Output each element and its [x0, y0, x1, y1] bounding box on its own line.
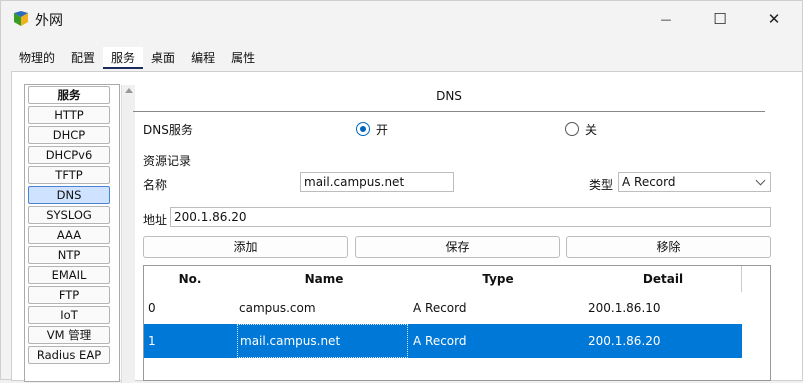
close-icon: ✕	[767, 10, 781, 28]
add-button[interactable]: 添加	[143, 236, 348, 258]
address-label: 地址	[143, 213, 168, 227]
tab-physical[interactable]: 物理的	[11, 47, 63, 69]
maximize-button[interactable]: ☐	[698, 1, 742, 37]
service-item-dhcpv6[interactable]: DHCPv6	[28, 146, 110, 164]
service-item-dns[interactable]: DNS	[28, 186, 110, 204]
tab-desktop[interactable]: 桌面	[143, 47, 183, 69]
column-header-detail[interactable]: Detail	[585, 266, 742, 292]
window-title: 外网	[35, 13, 63, 29]
service-item-dhcp[interactable]: DHCP	[28, 126, 110, 144]
name-label: 名称	[143, 178, 168, 192]
tab-attributes[interactable]: 属性	[223, 47, 263, 69]
service-item-vm-management[interactable]: VM 管理	[28, 326, 110, 344]
service-item-http[interactable]: HTTP	[28, 106, 110, 124]
services-scrollbar[interactable]	[121, 85, 135, 383]
cell-type: A Record	[413, 301, 467, 315]
address-input[interactable]: 200.1.86.20	[170, 207, 771, 227]
dns-title-separator	[133, 111, 765, 112]
column-header-name[interactable]: Name	[237, 266, 411, 292]
tab-config[interactable]: 配置	[63, 47, 103, 69]
dns-records-table: No. Name Type Detail 0 campus.com A Reco…	[143, 265, 771, 381]
dns-title: DNS	[436, 89, 462, 103]
close-button[interactable]: ✕	[752, 1, 796, 37]
dns-on-radio[interactable]	[356, 122, 370, 136]
scroll-up-icon[interactable]	[125, 88, 133, 93]
remove-button[interactable]: 移除	[566, 236, 771, 258]
chevron-down-icon	[755, 175, 766, 186]
type-select[interactable]: A Record	[618, 172, 771, 192]
service-item-email[interactable]: EMAIL	[28, 266, 110, 284]
dns-service-label: DNS服务	[143, 123, 193, 137]
service-item-aaa[interactable]: AAA	[28, 226, 110, 244]
table-row[interactable]: 0 campus.com A Record 200.1.86.10	[144, 291, 742, 325]
column-header-type[interactable]: Type	[411, 266, 585, 292]
save-button[interactable]: 保存	[355, 236, 560, 258]
dns-off-radio[interactable]	[565, 122, 579, 136]
minimize-button[interactable]: —	[644, 1, 688, 37]
cell-type: A Record	[413, 334, 467, 348]
cell-detail: 200.1.86.20	[588, 334, 661, 348]
tab-services[interactable]: 服务	[103, 47, 144, 69]
service-item-radius-eap[interactable]: Radius EAP	[28, 346, 110, 364]
service-item-ntp[interactable]: NTP	[28, 246, 110, 264]
cell-name: campus.com	[239, 301, 316, 315]
column-header-no[interactable]: No.	[144, 266, 236, 292]
cell-detail: 200.1.86.10	[588, 301, 661, 315]
cell-no: 0	[148, 301, 156, 315]
name-input[interactable]: mail.campus.net	[300, 172, 454, 192]
services-header: 服务	[28, 86, 110, 104]
service-item-tftp[interactable]: TFTP	[28, 166, 110, 184]
cell-name: mail.campus.net	[237, 324, 408, 358]
service-item-iot[interactable]: IoT	[28, 306, 110, 324]
title-bar: 外网 — ☐ ✕	[1, 1, 802, 37]
type-label: 类型	[589, 178, 614, 192]
minimize-icon: —	[660, 12, 672, 26]
service-item-syslog[interactable]: SYSLOG	[28, 206, 110, 224]
resource-records-label: 资源记录	[143, 154, 192, 168]
service-item-ftp[interactable]: FTP	[28, 286, 110, 304]
tab-programming[interactable]: 编程	[183, 47, 223, 69]
services-list: 服务 HTTP DHCP DHCPv6 TFTP DNS SYSLOG AAA …	[24, 84, 135, 383]
app-window: 外网 — ☐ ✕ 物理的 配置 服务 桌面 编程 属性 服务 HTTP DHCP…	[0, 0, 803, 383]
maximize-icon: ☐	[713, 10, 727, 28]
dns-off-label: 关	[585, 123, 598, 137]
table-row-selected[interactable]: 1 mail.campus.net A Record 200.1.86.20	[144, 324, 742, 358]
type-select-value: A Record	[622, 175, 676, 189]
cell-no: 1	[148, 334, 156, 348]
tab-bar: 物理的 配置 服务 桌面 编程 属性	[11, 47, 263, 69]
packet-tracer-icon	[13, 11, 29, 27]
dns-on-label: 开	[376, 123, 389, 137]
